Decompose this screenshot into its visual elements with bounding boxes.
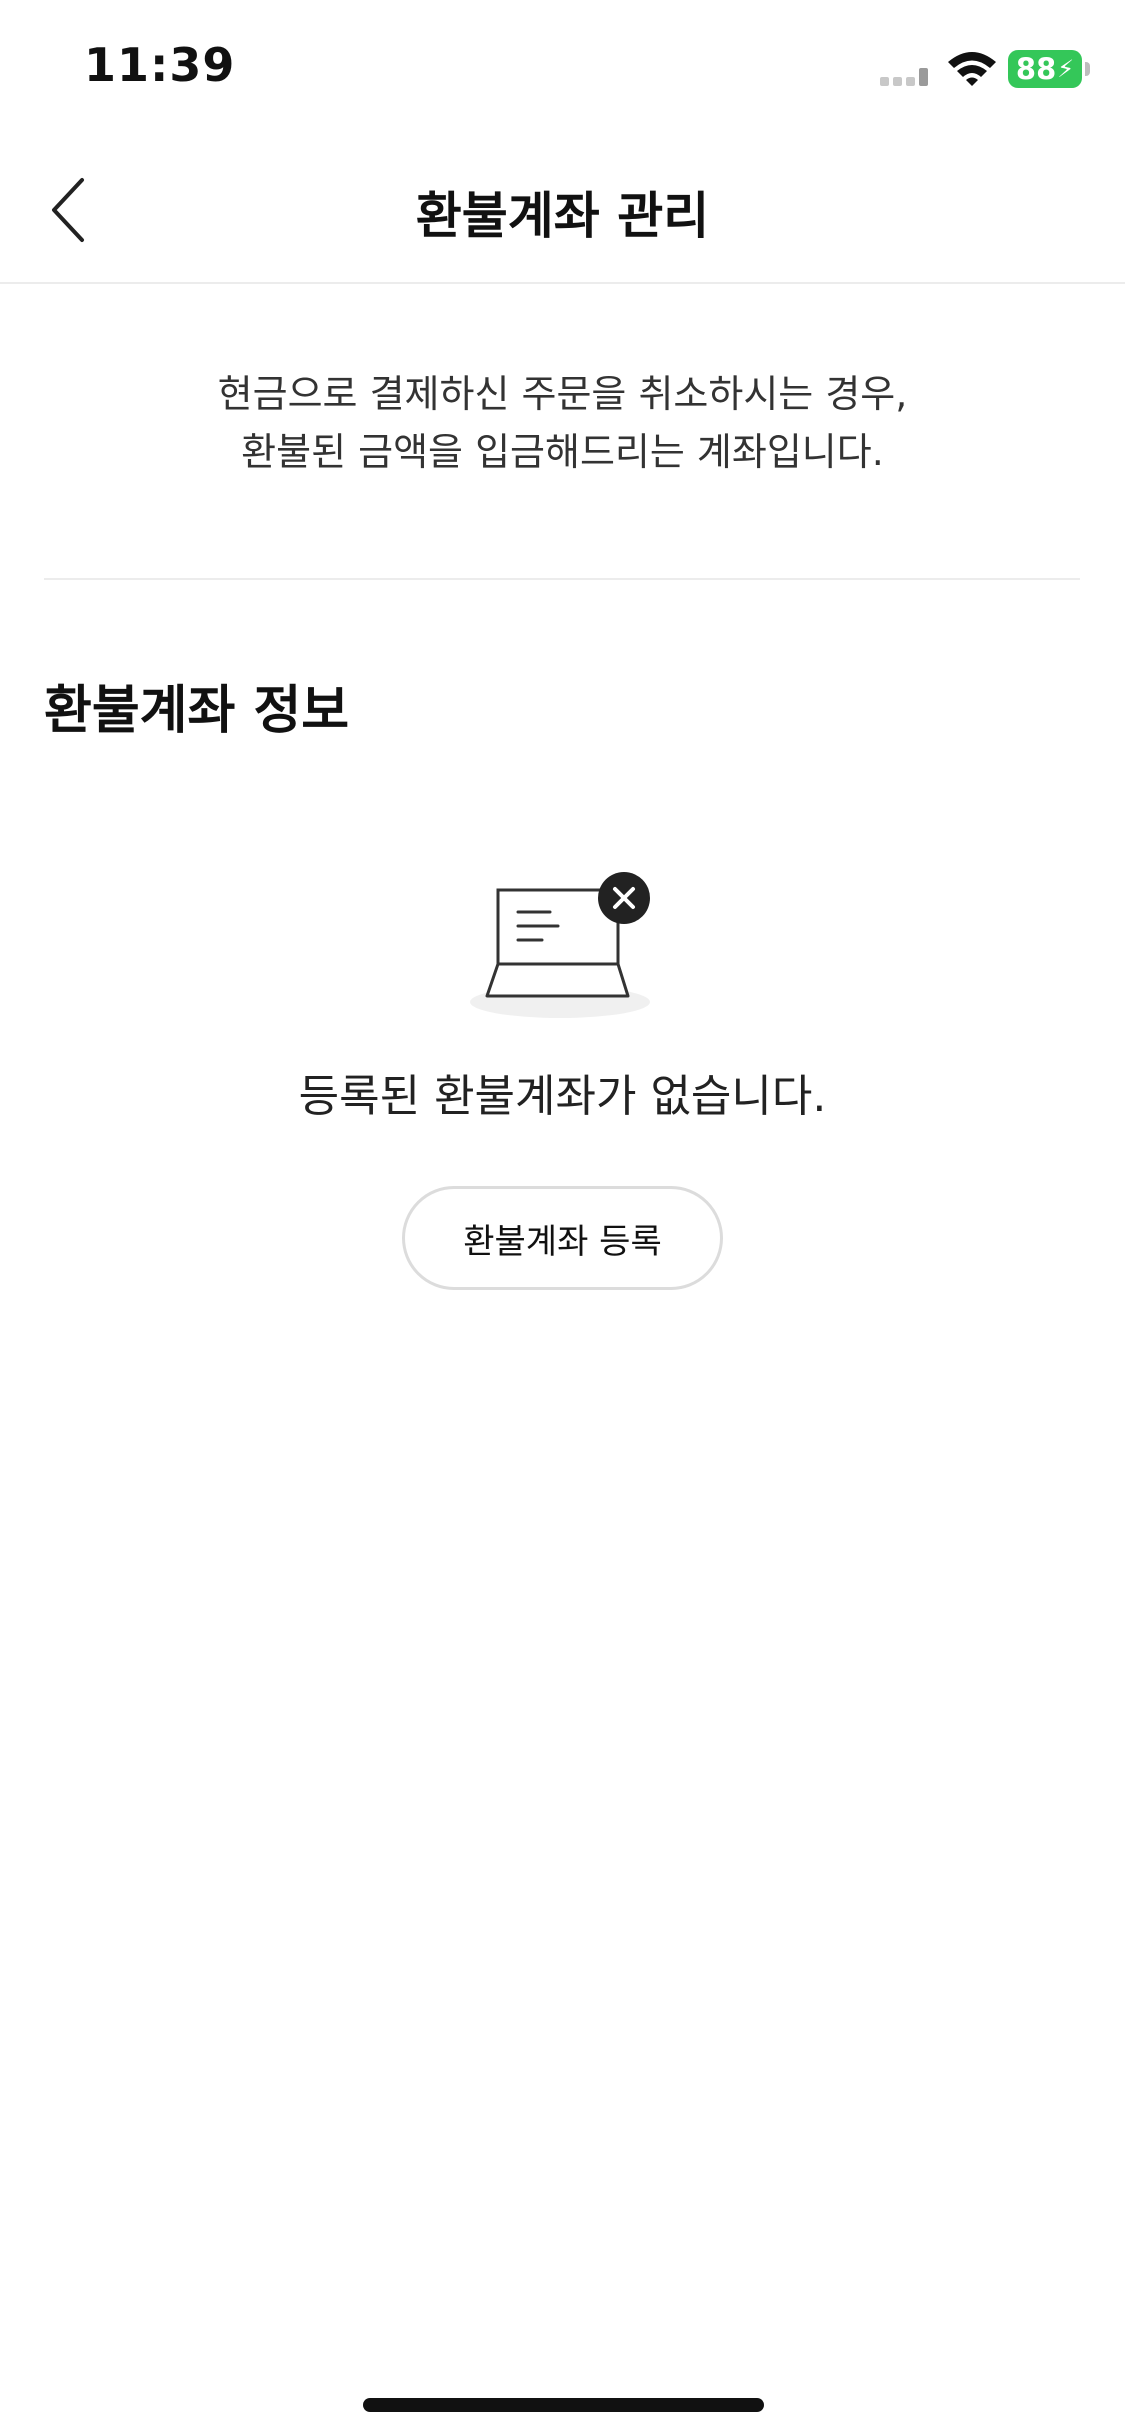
battery-nub [1085, 62, 1090, 76]
status-bar: 11:39 88 ⚡ [0, 0, 1125, 140]
status-time: 11:39 [84, 38, 236, 92]
notice-line-1: 현금으로 결제하신 주문을 취소하시는 경우, [217, 372, 908, 416]
notice-line-2: 환불된 금액을 입금해드리는 계좌입니다. [241, 430, 884, 474]
home-indicator[interactable] [363, 2398, 764, 2412]
refund-account-screen: 11:39 88 ⚡ 환불계좌 관리 현금으로 결제하신 주문을 취소하시는 경우… [0, 0, 1125, 2436]
page-title: 환불계좌 관리 [415, 187, 710, 245]
navigation-bar: 환불계좌 관리 [0, 140, 1125, 284]
battery-level: 88 [1015, 52, 1057, 86]
charging-bolt-icon: ⚡ [1057, 55, 1075, 83]
refund-notice: 현금으로 결제하신 주문을 취소하시는 경우, 환불된 금액을 입금해드리는 계… [0, 365, 1125, 481]
register-refund-account-button[interactable]: 환불계좌 등록 [402, 1186, 723, 1290]
laptop-close-icon [470, 872, 650, 1018]
wifi-icon [948, 52, 996, 86]
divider [44, 578, 1080, 580]
battery-icon: 88 ⚡ [1008, 50, 1082, 88]
empty-state-message: 등록된 환불계좌가 없습니다. [298, 1071, 827, 1122]
cellular-signal-icon [880, 68, 928, 86]
section-title: 환불계좌 정보 [44, 681, 350, 741]
